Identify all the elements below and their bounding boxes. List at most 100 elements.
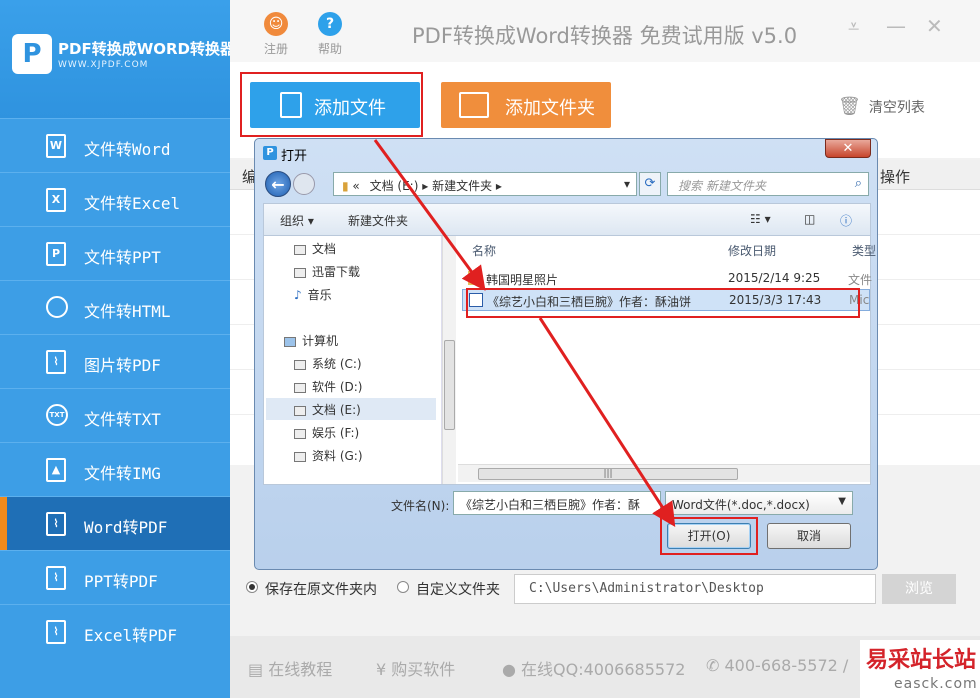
filename-input[interactable]: 《综艺小白和三栖巨腕》作者：酥 (453, 491, 661, 515)
organize-menu[interactable]: 组织 ▾ (280, 212, 314, 229)
sidebar-item-label: 文件转IMG (84, 464, 161, 483)
folder-icon: ▮ (342, 179, 353, 193)
highlight-selected-file (466, 288, 860, 318)
buy-label: 购买软件 (391, 660, 456, 679)
tree-item-drive-f[interactable]: 娱乐 (F:) (294, 424, 359, 441)
sidebar-item-file-to-txt[interactable]: TXT 文件转TXT (0, 388, 230, 442)
download-icon (294, 267, 306, 278)
refresh-icon[interactable]: ⟳ (639, 172, 661, 196)
phone-info: ✆ 400-668-5572 / (706, 656, 848, 675)
title-bar: ☺ 注册 ? 帮助 PDF转换成Word转换器 免费试用版 v5.0 ⩡ — ✕ (230, 0, 980, 62)
tree-item-documents[interactable]: 文档 (294, 240, 336, 257)
sidebar: P PDF转换成WORD转换器 WWW.XJPDF.COM W 文件转Word X… (0, 0, 235, 698)
tree-item-label: 娱乐 (F:) (312, 426, 360, 440)
sidebar-item-image-to-pdf[interactable]: ⌇ 图片转PDF (0, 334, 230, 388)
add-folder-label: 添加文件夹 (505, 98, 595, 119)
tree-item-drive-d[interactable]: 软件 (D:) (294, 378, 362, 395)
sidebar-item-label: 文件转HTML (84, 302, 171, 321)
tutorial-link[interactable]: ▤ 在线教程 (248, 656, 332, 680)
file-list-header: 名称 修改日期 类型 (458, 236, 876, 260)
sidebar-item-word-to-pdf[interactable]: ⌇ Word转PDF (0, 496, 230, 551)
scrollbar-thumb[interactable]: ||| (478, 468, 738, 480)
file-row-folder[interactable]: 韩国明星照片 2015/2/14 9:25 文件 (462, 268, 872, 290)
tree-item-label: 文档 (E:) (312, 403, 361, 417)
output-path-field[interactable]: C:\Users\Administrator\Desktop (514, 574, 876, 604)
folder-icon (468, 271, 482, 285)
highlight-add-file (240, 72, 423, 137)
forward-arrow-icon[interactable] (293, 173, 315, 195)
command-bar: 组织 ▾ 新建文件夹 ☷ ▾ ◫ ⓘ (263, 203, 871, 235)
column-type[interactable]: 类型 (852, 242, 876, 259)
phone-label: 400-668-5572 / (724, 656, 849, 675)
save-original-radio[interactable] (246, 581, 258, 593)
pdf-icon: ⌇ (46, 620, 66, 644)
tree-item-drive-c[interactable]: 系统 (C:) (294, 355, 362, 372)
chevron-right-icon: ▸ (495, 179, 502, 193)
clear-list-button[interactable]: 🗑 清空列表 (838, 96, 925, 117)
file-name: 韩国明星照片 (486, 273, 559, 287)
help-button[interactable]: ? 帮助 (310, 12, 350, 57)
chevron-right-icon: ▸ (422, 179, 433, 193)
brand-header: P PDF转换成WORD转换器 WWW.XJPDF.COM (0, 0, 235, 118)
site-watermark: 易采站长站 easck.com (860, 640, 980, 698)
tree-item-drive-e[interactable]: 文档 (E:) (266, 398, 436, 420)
add-folder-button[interactable]: 添加文件夹 (441, 82, 611, 128)
help-label: 帮助 (317, 42, 342, 56)
address-segment-drive[interactable]: 文档 (E:) (370, 179, 419, 193)
sidebar-item-file-to-ppt[interactable]: P 文件转PPT (0, 226, 230, 280)
back-arrow-icon[interactable]: ← (265, 171, 291, 197)
tree-item-label: 迅雷下载 (312, 265, 361, 279)
save-original-label: 保存在原文件夹内 (265, 582, 377, 598)
file-browser: 文档 迅雷下载 ♪ 音乐 计算机 系统 (C:) 软件 (D:) 文档 (E:) … (263, 235, 876, 485)
address-segment-folder[interactable]: 新建文件夹 (432, 179, 492, 193)
open-file-dialog: P 打开 ✕ ← ▮ « 文档 (E:) ▸ 新建文件夹 ▸ ▾ ⟳ 搜索 新建… (254, 138, 878, 570)
search-input[interactable]: 搜索 新建文件夹 ⌕ (667, 172, 869, 196)
address-bar[interactable]: ▮ « 文档 (E:) ▸ 新建文件夹 ▸ ▾ (333, 172, 637, 196)
preview-pane-icon[interactable]: ◫ (804, 212, 815, 226)
tree-scrollbar[interactable] (442, 236, 456, 484)
dialog-close-button[interactable]: ✕ (825, 139, 871, 158)
sidebar-item-file-to-word[interactable]: W 文件转Word (0, 118, 230, 172)
address-overflow[interactable]: « (352, 179, 359, 193)
trash-icon: 🗑 (838, 96, 861, 117)
dialog-title: 打开 (281, 149, 308, 164)
txt-icon: TXT (46, 404, 68, 426)
phone-icon: ✆ (706, 656, 725, 675)
column-date[interactable]: 修改日期 (728, 242, 776, 259)
browse-button[interactable]: 浏览 (882, 574, 956, 604)
qq-link[interactable]: ● 在线QQ:4006685572 (502, 656, 685, 680)
chevron-down-icon[interactable]: ▾ (624, 177, 630, 191)
view-menu-icon[interactable]: ☷ ▾ (750, 212, 771, 226)
file-date: 2015/2/14 9:25 (728, 271, 821, 285)
new-folder-button[interactable]: 新建文件夹 (348, 212, 408, 229)
cancel-button[interactable]: 取消 (767, 523, 851, 549)
sidebar-item-file-to-html[interactable]: 文件转HTML (0, 280, 230, 334)
dropdown-menu-icon[interactable]: ⩡ (848, 14, 859, 38)
save-custom-radio[interactable] (397, 581, 409, 593)
sidebar-item-label: PPT转PDF (84, 572, 158, 591)
chevron-down-icon: ▼ (838, 496, 846, 507)
help-icon[interactable]: ⓘ (840, 212, 852, 229)
sidebar-item-label: Word转PDF (84, 518, 168, 537)
column-name[interactable]: 名称 (472, 242, 496, 259)
sidebar-item-file-to-excel[interactable]: X 文件转Excel (0, 172, 230, 226)
sidebar-item-excel-to-pdf[interactable]: ⌇ Excel转PDF (0, 604, 230, 658)
horizontal-scrollbar[interactable]: ||| (458, 464, 870, 482)
yen-icon: ¥ (376, 660, 392, 679)
tree-item-xunlei[interactable]: 迅雷下载 (294, 263, 360, 280)
filetype-select[interactable]: Word文件(*.doc,*.docx) ▼ (665, 491, 853, 515)
tree-item-drive-g[interactable]: 资料 (G:) (294, 447, 363, 464)
tree-item-computer[interactable]: 计算机 (284, 332, 338, 349)
minimize-icon[interactable]: — (886, 14, 906, 38)
tree-item-music[interactable]: ♪ 音乐 (294, 286, 332, 303)
close-icon[interactable]: ✕ (926, 14, 943, 38)
app-logo-icon: P (263, 146, 277, 160)
register-button[interactable]: ☺ 注册 (256, 12, 296, 57)
music-icon: ♪ (294, 288, 302, 302)
sidebar-item-file-to-img[interactable]: ▲ 文件转IMG (0, 442, 230, 496)
active-indicator (0, 497, 7, 551)
buy-link[interactable]: ¥ 购买软件 (376, 656, 455, 680)
drive-icon (294, 451, 306, 462)
scrollbar-thumb[interactable] (444, 340, 455, 430)
sidebar-item-ppt-to-pdf[interactable]: ⌇ PPT转PDF (0, 550, 230, 604)
